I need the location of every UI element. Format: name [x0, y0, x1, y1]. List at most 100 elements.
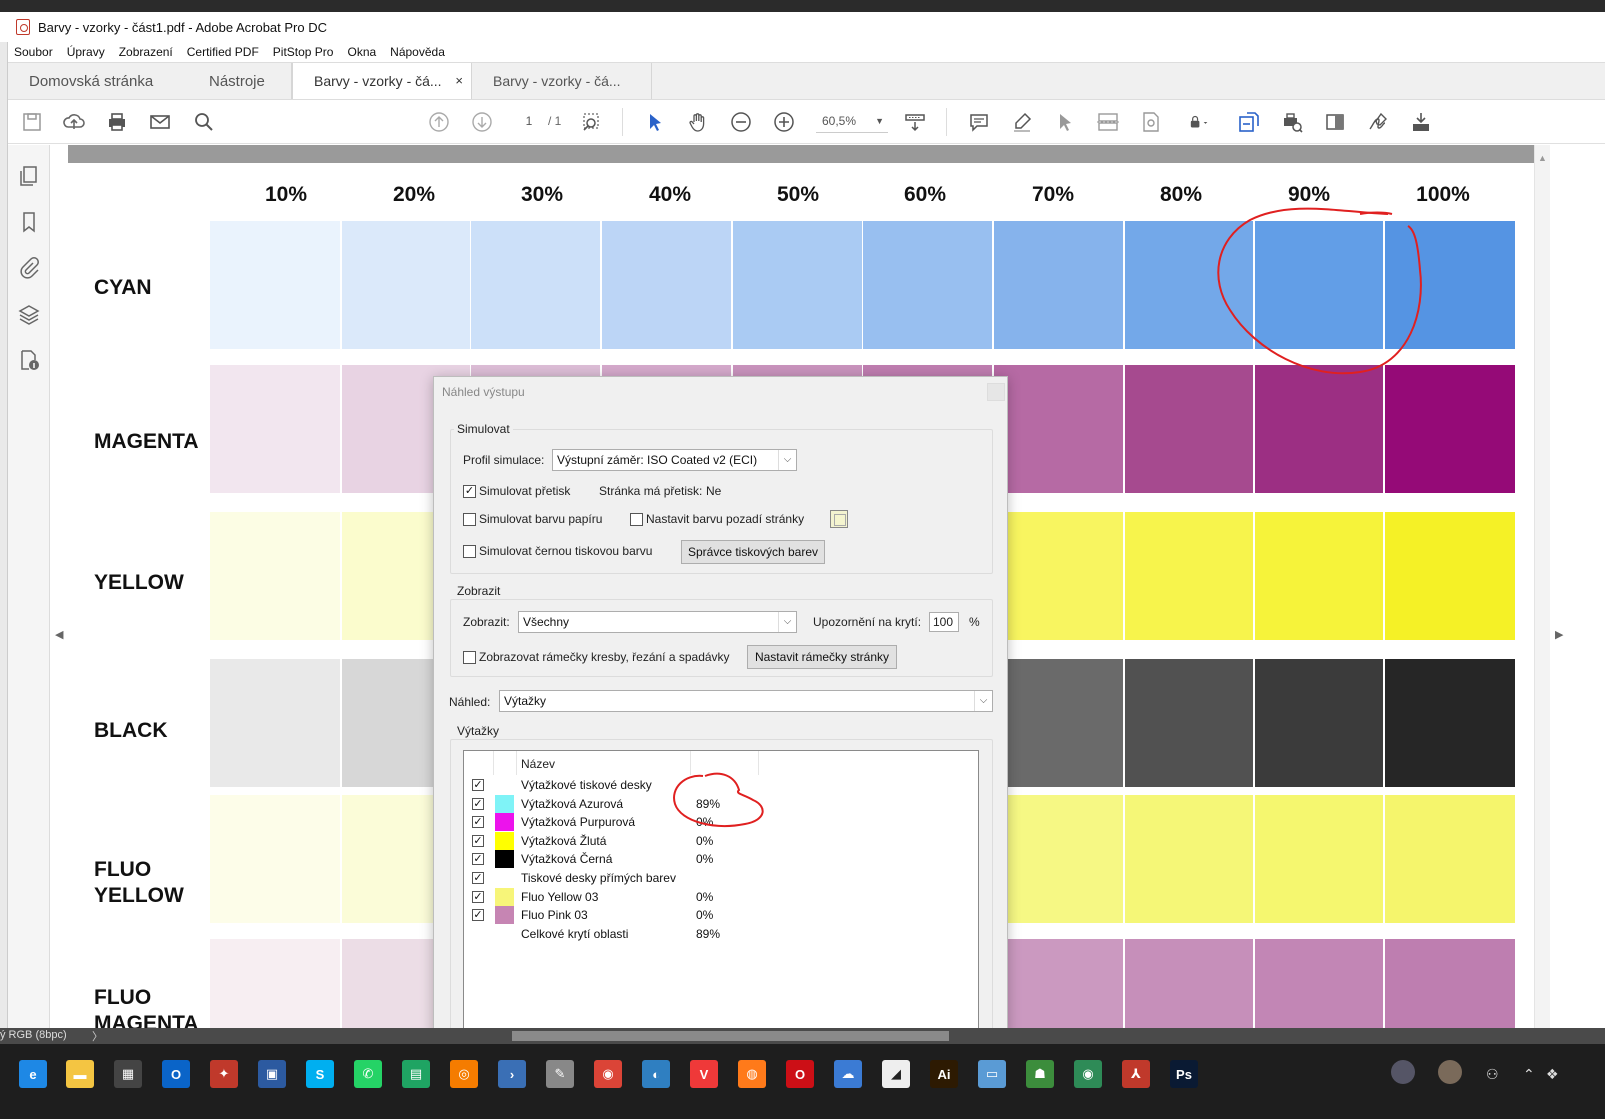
document-properties-icon[interactable] — [18, 349, 40, 371]
simulate-black-ink-checkbox[interactable] — [463, 545, 476, 558]
taskbar-save-app-icon[interactable]: ▣ — [258, 1060, 286, 1088]
separation-checkbox[interactable]: ✓ — [472, 816, 484, 829]
separation-checkbox[interactable]: ✓ — [472, 909, 484, 922]
dialog-close-button[interactable] — [987, 383, 1005, 401]
taskbar-sheets-icon[interactable]: ▤ — [402, 1060, 430, 1088]
taskbar-powershell-icon[interactable]: › — [498, 1060, 526, 1088]
taskbar-skype-icon[interactable]: S — [306, 1060, 334, 1088]
sign-icon[interactable] — [1366, 110, 1390, 134]
tab-tools[interactable]: Nástroje — [188, 63, 292, 99]
taskbar-app-red-icon[interactable]: ✦ — [210, 1060, 238, 1088]
taskbar-app-orange-icon[interactable]: ◎ — [450, 1060, 478, 1088]
zoom-in-icon[interactable] — [772, 110, 796, 134]
taskbar-chrome-icon[interactable]: ◉ — [594, 1060, 622, 1088]
taskbar-eye-app-icon[interactable]: ◉ — [1074, 1060, 1102, 1088]
export-pdf-icon[interactable] — [1237, 110, 1261, 134]
previous-page-icon[interactable] — [427, 110, 451, 134]
separation-row[interactable]: ✓ Výtažková Žlutá 0% — [464, 831, 978, 850]
separation-row[interactable]: ✓ Výtažková Černá 0% — [464, 850, 978, 869]
save-icon[interactable] — [20, 110, 44, 134]
search-icon[interactable] — [192, 110, 216, 134]
taskbar-opera-icon[interactable]: O — [786, 1060, 814, 1088]
separation-checkbox[interactable]: ✓ — [472, 853, 484, 866]
separation-row[interactable]: ✓ Tiskové desky přímých barev — [464, 869, 978, 887]
taskbar-vivaldi-icon[interactable]: V — [690, 1060, 718, 1088]
print-production-icon[interactable] — [1280, 110, 1304, 134]
taskbar-app-blue-icon[interactable]: ◐ — [642, 1060, 670, 1088]
separation-row[interactable]: ✓ Výtažková Azurová 89% — [464, 794, 978, 813]
marquee-zoom-icon[interactable] — [580, 110, 604, 134]
taskbar-store-icon[interactable]: ▦ — [114, 1060, 142, 1088]
bookmark-icon[interactable] — [18, 211, 40, 233]
preview-select[interactable]: Výtažky ⌵ — [499, 690, 993, 712]
set-page-background-checkbox[interactable] — [630, 513, 643, 526]
coverage-warning-input[interactable]: 100 — [929, 612, 959, 632]
separation-checkbox[interactable]: ✓ — [472, 797, 484, 810]
chevron-right-icon[interactable]: 〉 — [92, 1028, 103, 1044]
scroll-up-icon[interactable]: ▲ — [1538, 153, 1547, 163]
taskbar-illustrator-icon[interactable]: Ai — [930, 1060, 958, 1088]
document-settings-icon[interactable] — [1139, 110, 1163, 134]
separation-checkbox[interactable]: ✓ — [472, 890, 484, 903]
menu-pitstop[interactable]: PitStop Pro — [273, 45, 334, 59]
zoom-out-icon[interactable] — [729, 110, 753, 134]
email-icon[interactable] — [148, 110, 172, 134]
highlight-pen-icon[interactable] — [1010, 110, 1034, 134]
comment-icon[interactable] — [967, 110, 991, 134]
zoom-level-select[interactable]: 60,5% ▼ — [816, 111, 888, 133]
taskbar-acrobat-icon[interactable]: ⅄ — [1122, 1060, 1150, 1088]
tab-document-2[interactable]: Barvy - vzorky - čá... — [472, 63, 652, 99]
column-name-header[interactable]: Název — [521, 757, 555, 771]
upload-cloud-icon[interactable] — [62, 110, 86, 134]
taskbar-monitor-icon[interactable]: ▭ — [978, 1060, 1006, 1088]
menu-file[interactable]: Soubor — [14, 45, 53, 59]
next-page-icon[interactable] — [470, 110, 494, 134]
taskbar-explorer-icon[interactable]: ▬ — [66, 1060, 94, 1088]
simulation-profile-select[interactable]: Výstupní záměr: ISO Coated v2 (ECI) ⌵ — [552, 449, 797, 471]
collapse-right-pane-icon[interactable]: ▶ — [1555, 628, 1563, 641]
scroll-mode-icon[interactable] — [903, 110, 927, 134]
stamp-download-icon[interactable] — [1409, 110, 1433, 134]
taskbar-app-green-icon[interactable]: ☗ — [1026, 1060, 1054, 1088]
attachment-paperclip-icon[interactable] — [18, 257, 40, 279]
layers-icon[interactable] — [18, 303, 40, 325]
tab-close-icon[interactable]: × — [455, 73, 463, 88]
taskbar-photoshop-icon[interactable]: Ps — [1170, 1060, 1198, 1088]
tray-chevron-up-icon[interactable]: ⌃ — [1523, 1066, 1535, 1083]
taskbar-paint-icon[interactable]: ✎ — [546, 1060, 574, 1088]
page-number-input[interactable]: 1 — [514, 111, 544, 131]
taskbar-whatsapp-icon[interactable]: ✆ — [354, 1060, 382, 1088]
separations-list[interactable]: Název ✓ Výtažkové tiskové desky ✓ Výtažková… — [463, 750, 979, 1030]
output-preview-icon[interactable] — [1323, 110, 1347, 134]
taskbar-outlook-icon[interactable]: O — [162, 1060, 190, 1088]
separation-row[interactable]: ✓ Fluo Pink 03 0% — [464, 906, 978, 925]
menu-view[interactable]: Zobrazení — [119, 45, 173, 59]
vertical-scrollbar[interactable]: ▲ — [1534, 145, 1550, 1028]
taskbar-notes-icon[interactable]: ◢ — [882, 1060, 910, 1088]
tray-avatar-globe-icon[interactable] — [1391, 1060, 1415, 1084]
simulate-overprint-checkbox[interactable]: ✓ — [463, 485, 476, 498]
separation-row[interactable]: Celkové krytí oblasti 89% — [464, 925, 978, 943]
separation-checkbox[interactable]: ✓ — [472, 779, 484, 791]
menu-window[interactable]: Okna — [347, 45, 376, 59]
tray-dropbox-icon[interactable]: ❖ — [1546, 1066, 1559, 1083]
tab-home[interactable]: Domovská stránka — [8, 63, 188, 99]
separation-row[interactable]: ✓ Fluo Yellow 03 0% — [464, 887, 978, 906]
tab-document-1[interactable]: Barvy - vzorky - čá... × — [292, 63, 472, 99]
compare-icon[interactable] — [1096, 110, 1120, 134]
tray-people-icon[interactable]: ⚇ — [1486, 1066, 1499, 1083]
hand-tool-icon[interactable] — [686, 110, 710, 134]
simulate-paper-color-checkbox[interactable] — [463, 513, 476, 526]
taskbar-edge-icon[interactable]: e — [19, 1060, 47, 1088]
taskbar-app-cloud-icon[interactable]: ☁ — [834, 1060, 862, 1088]
separation-checkbox[interactable]: ✓ — [472, 872, 484, 884]
set-page-boxes-button[interactable]: Nastavit rámečky stránky — [747, 645, 897, 669]
print-icon[interactable] — [105, 110, 129, 134]
horizontal-scrollbar-thumb[interactable] — [512, 1031, 949, 1041]
pointer-tool-icon[interactable] — [1053, 110, 1077, 134]
menu-help[interactable]: Nápověda — [390, 45, 445, 59]
ink-manager-button[interactable]: Správce tiskových barev — [681, 540, 825, 564]
separation-row[interactable]: ✓ Výtažková Purpurová 0% — [464, 813, 978, 832]
lock-icon[interactable] — [1182, 110, 1218, 134]
tray-user-avatar[interactable] — [1438, 1060, 1462, 1084]
